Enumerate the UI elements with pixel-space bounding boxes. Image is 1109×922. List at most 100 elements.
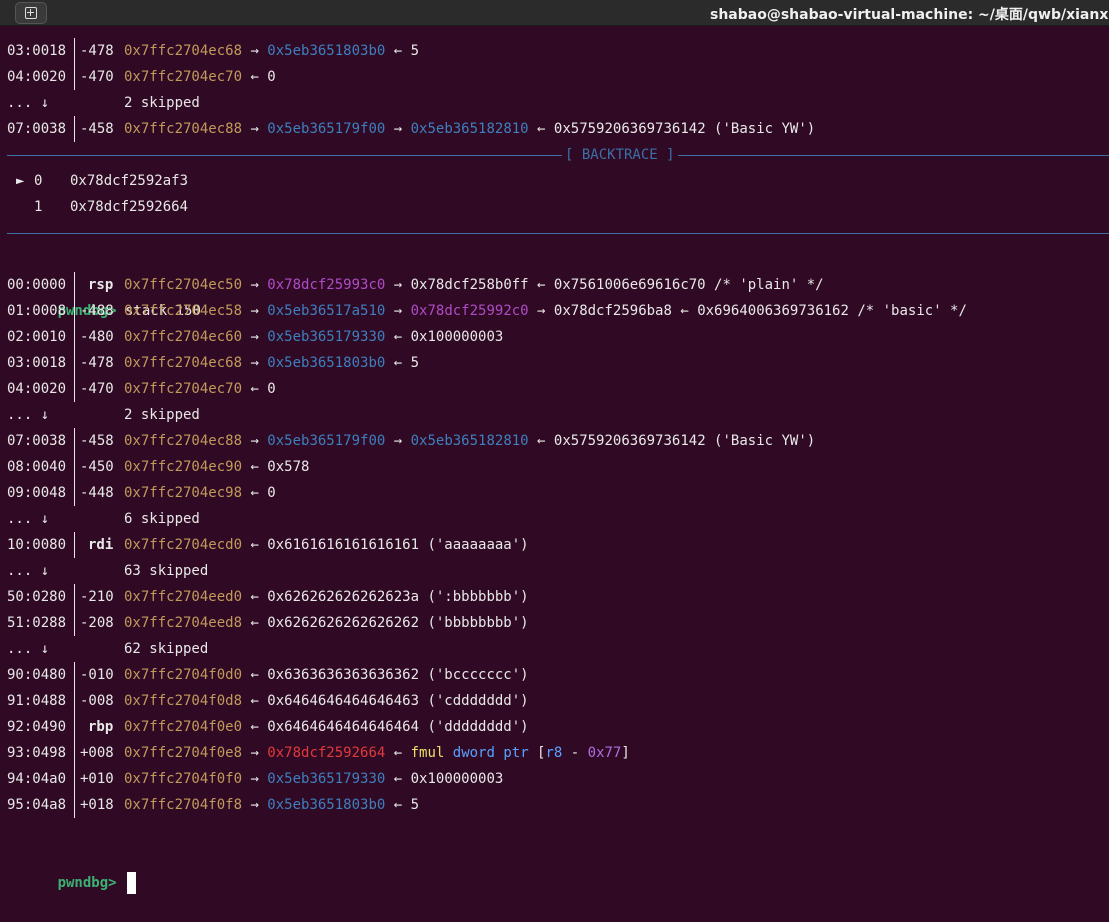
value-segment: → xyxy=(250,121,268,137)
stack-row: 93:0498 +008 0x7ffc2704f0e8 → 0x78dcf25926… xyxy=(0,740,1109,766)
value-segment: → xyxy=(250,43,268,59)
stack-address: 0x7ffc2704f0e8 xyxy=(124,745,251,761)
new-tab-button[interactable] xyxy=(15,2,47,24)
stack-index: 04:0020 xyxy=(7,381,67,397)
skip-dots: ... ↓ xyxy=(7,95,50,111)
stack-index: 01:0008 xyxy=(7,303,67,319)
value-segment: [ xyxy=(528,745,546,761)
stack-offset: -210 xyxy=(80,589,114,605)
skip-count: 2 skipped xyxy=(124,407,200,423)
stack-content: 0x7ffc2704ec98 ← 0 xyxy=(124,480,276,506)
value-segment: 0x5eb365182810 xyxy=(410,121,529,137)
stack-content: 0x7ffc2704f0f8 → 0x5eb3651803b0 ← 5 xyxy=(124,792,419,818)
stack-offset: -448 xyxy=(80,485,114,501)
current-frame-marker: ► xyxy=(16,173,25,189)
stack-divider xyxy=(74,662,75,688)
skip-count: 2 skipped xyxy=(124,95,200,111)
skip-dots: ... ↓ xyxy=(7,511,50,527)
skipped-marker: ... ↓ 6 skipped xyxy=(0,506,1109,532)
backtrace-list: ► 0 0x78dcf2592af3 1 0x78dcf2592664 xyxy=(0,168,1109,220)
stack-address: 0x7ffc2704ec70 xyxy=(124,69,251,85)
stack-index: 03:0018 xyxy=(7,43,67,59)
value-segment: → xyxy=(250,433,268,449)
value-segment: ← 5 xyxy=(385,797,420,813)
stack-offset: +010 xyxy=(80,771,114,787)
stack-index: 91:0488 xyxy=(7,693,67,709)
value-segment: 0x78dcf25992c0 xyxy=(410,303,529,319)
value-segment: r8 xyxy=(545,745,563,761)
value-segment: 0x78dcf2592664 xyxy=(267,745,386,761)
stack-address: 0x7ffc2704ec58 xyxy=(124,303,251,319)
stack-index: 95:04a8 xyxy=(7,797,67,813)
stack-content: 0x7ffc2704eed8 ← 0x6262626262626262 ('bb… xyxy=(124,610,529,636)
stack-address: 0x7ffc2704ec88 xyxy=(124,433,251,449)
stack-index: 02:0010 xyxy=(7,329,67,345)
backtrace-frame: ► 0 0x78dcf2592af3 xyxy=(0,168,1109,194)
stack-content: 0x7ffc2704ec68 → 0x5eb3651803b0 ← 5 xyxy=(124,350,419,376)
stack-row: 91:0488 -008 0x7ffc2704f0d8 ← 0x6464646464… xyxy=(0,688,1109,714)
stack-address: 0x7ffc2704ec60 xyxy=(124,329,251,345)
skip-dots: ... ↓ xyxy=(7,641,50,657)
value-segment: → 0x78dcf258b0ff ← 0x7561006e69616c70 /*… xyxy=(385,277,824,293)
stack-offset: -480 xyxy=(80,329,114,345)
window-titlebar: shabao@shabao-virtual-machine: ~/桌面/qwb/… xyxy=(0,0,1109,26)
stack-content: 0x7ffc2704f0d8 ← 0x6464646464646463 ('cd… xyxy=(124,688,529,714)
stack-content: 0x7ffc2704ec50 → 0x78dcf25993c0 → 0x78dc… xyxy=(124,272,824,298)
value-segment: ] xyxy=(621,745,630,761)
stack-divider xyxy=(74,792,75,818)
frame-address: 0x78dcf2592664 xyxy=(70,199,189,215)
value-segment: 0x5eb365179330 xyxy=(267,329,386,345)
stack-offset: +008 xyxy=(80,745,114,761)
stack-row: 03:0018 -478 0x7ffc2704ec68 → 0x5eb3651803… xyxy=(0,350,1109,376)
register-label: rsp xyxy=(88,277,114,293)
stack-divider xyxy=(74,454,75,480)
stack-divider xyxy=(74,324,75,350)
stack-offset: -010 xyxy=(80,667,114,683)
stack-index: 93:0498 xyxy=(7,745,67,761)
stack-offset: -478 xyxy=(80,355,114,371)
value-segment: ← 5 xyxy=(385,355,420,371)
stack-offset: -470 xyxy=(80,69,114,85)
stack-offset: -478 xyxy=(80,43,114,59)
input-line[interactable]: pwndbg> xyxy=(0,818,1109,894)
value-segment: ← 0 xyxy=(250,69,276,85)
terminal-output[interactable]: 03:0018 -478 0x7ffc2704ec68 → 0x5eb3651803… xyxy=(0,38,1109,894)
stack-address: 0x7ffc2704eed8 xyxy=(124,615,251,631)
stack-divider xyxy=(74,38,75,64)
value-segment: ← 0x6464646464646463 ('cddddddd') xyxy=(250,693,529,709)
value-segment: ← 5 xyxy=(385,43,420,59)
value-segment: → xyxy=(250,303,268,319)
stack-index: 04:0020 xyxy=(7,69,67,85)
skip-count: 6 skipped xyxy=(124,511,200,527)
stack-address: 0x7ffc2704f0f8 xyxy=(124,797,251,813)
stack-divider xyxy=(74,688,75,714)
stack-divider xyxy=(74,376,75,402)
stack-offset: -008 xyxy=(80,693,114,709)
stack-index: 07:0038 xyxy=(7,433,67,449)
skipped-marker: ... ↓ 2 skipped xyxy=(0,90,1109,116)
stack-divider xyxy=(74,64,75,90)
stack-divider xyxy=(74,766,75,792)
stack-index: 94:04a0 xyxy=(7,771,67,787)
stack-address: 0x7ffc2704f0e0 xyxy=(124,719,251,735)
stack-index: 09:0048 xyxy=(7,485,67,501)
skip-dots: ... ↓ xyxy=(7,407,50,423)
stack-address: 0x7ffc2704ec68 xyxy=(124,43,251,59)
stack-content: 0x7ffc2704ec68 → 0x5eb3651803b0 ← 5 xyxy=(124,38,419,64)
stack-content: 0x7ffc2704ec60 → 0x5eb365179330 ← 0x1000… xyxy=(124,324,503,350)
stack-row: 90:0480 -010 0x7ffc2704f0d0 ← 0x6363636363… xyxy=(0,662,1109,688)
stack-address: 0x7ffc2704ec50 xyxy=(124,277,251,293)
stack-divider xyxy=(74,480,75,506)
stack-row: 02:0010 -480 0x7ffc2704ec60 → 0x5eb3651793… xyxy=(0,324,1109,350)
stack-row: 51:0288 -208 0x7ffc2704eed8 ← 0x6262626262… xyxy=(0,610,1109,636)
stack-address: 0x7ffc2704ec90 xyxy=(124,459,251,475)
stack-content: 0x7ffc2704ec70 ← 0 xyxy=(124,376,276,402)
value-segment: fmul xyxy=(410,745,445,761)
stack-row: 08:0040 -450 0x7ffc2704ec90 ← 0x578 xyxy=(0,454,1109,480)
stack-offset: +018 xyxy=(80,797,114,813)
stack-address: 0x7ffc2704f0d8 xyxy=(124,693,251,709)
stack-content: 0x7ffc2704ec70 ← 0 xyxy=(124,64,276,90)
value-segment: → xyxy=(250,797,268,813)
stack-address: 0x7ffc2704f0f0 xyxy=(124,771,251,787)
skipped-marker: ... ↓ 63 skipped xyxy=(0,558,1109,584)
